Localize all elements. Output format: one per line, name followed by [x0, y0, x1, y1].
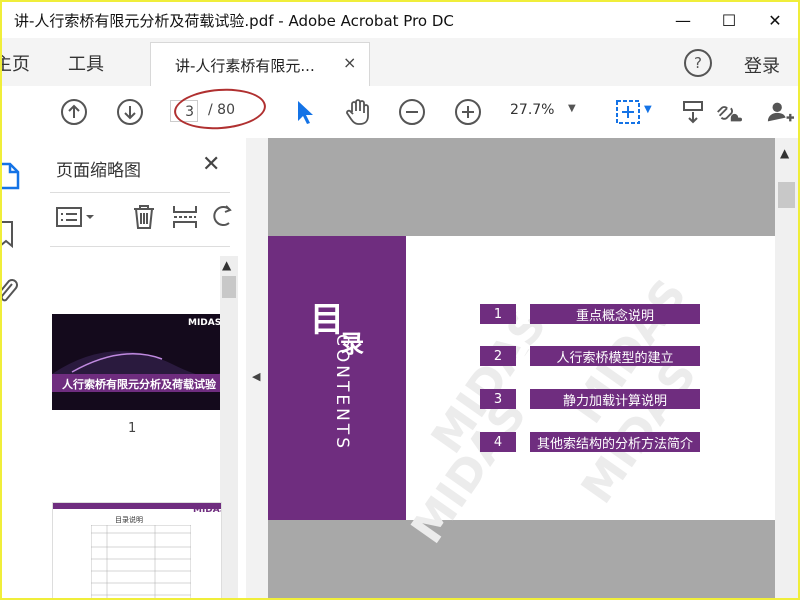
fit-page-caret-icon[interactable]: ▼ — [644, 104, 652, 115]
hand-icon[interactable] — [344, 98, 372, 126]
next-page-icon[interactable] — [116, 98, 144, 126]
fit-page-icon[interactable] — [614, 98, 642, 126]
pdf-page: MIDAS MIDAS MIDAS MIDAS 目 录 CONTENTS 1 重… — [268, 236, 775, 553]
thumbnails-icon[interactable] — [2, 162, 20, 194]
close-tab-button[interactable]: × — [343, 53, 356, 72]
toc-number: 1 — [480, 304, 516, 324]
thumbnail-logo: MIDAS — [188, 318, 220, 328]
pane-collapse-strip[interactable]: ◀ — [246, 138, 269, 598]
toc-number: 3 — [480, 389, 516, 409]
minimize-button[interactable]: — — [660, 2, 706, 38]
thumbnail-heading: 目录说明 — [115, 516, 143, 524]
title-bar: 讲-人行索桥有限元分析及荷载试验.pdf - Adobe Acrobat Pro… — [2, 2, 798, 38]
thumbnail-title: 人行索桥有限元分析及荷载试验 — [62, 378, 216, 391]
close-window-button[interactable]: ✕ — [752, 2, 798, 38]
tab-document[interactable]: 讲-人行素桥有限元... × — [150, 42, 370, 87]
divider — [50, 192, 230, 193]
tab-tools[interactable]: 工具 — [68, 50, 104, 76]
thumbnail-table — [91, 525, 191, 598]
attachment-icon[interactable] — [2, 276, 18, 310]
zoom-in-icon[interactable] — [454, 98, 482, 126]
toc-chevron-icon — [516, 304, 530, 324]
toc-item: 4 其他索结构的分析方法简介 — [480, 432, 700, 452]
rotate-icon[interactable] — [212, 204, 234, 234]
toc-chevron-icon — [516, 389, 530, 409]
document-tab-label: 讲-人行素桥有限元... — [175, 57, 315, 75]
zoom-out-icon[interactable] — [398, 98, 426, 126]
toc-item: 2 人行索桥模型的建立 — [480, 346, 700, 366]
toc-number: 2 — [480, 346, 516, 366]
slide-heading-en: CONTENTS — [332, 334, 352, 451]
toc-item: 1 重点概念说明 — [480, 304, 700, 324]
thumbnails-scrollbar[interactable] — [220, 256, 238, 598]
add-user-icon[interactable] — [766, 98, 794, 126]
window-title: 讲-人行索桥有限元分析及荷载试验.pdf - Adobe Acrobat Pro… — [14, 12, 454, 30]
red-circle-annotation — [172, 85, 268, 133]
thumbnails-pane: 页面缩略图 ✕ ▲ MIDAS 人行索桥有限元分析及荷载试验 1 MIDA 目录… — [38, 138, 247, 598]
collapse-arrow-icon[interactable]: ◀ — [252, 370, 260, 383]
close-pane-button[interactable]: ✕ — [202, 152, 220, 177]
scroll-up-icon[interactable]: ▲ — [222, 258, 231, 272]
toc-text: 其他索结构的分析方法简介 — [530, 432, 700, 452]
bookmark-icon[interactable] — [2, 220, 16, 254]
maximize-button[interactable]: ☐ — [706, 2, 752, 38]
left-nav-rail — [2, 138, 39, 598]
scroll-up-icon[interactable]: ▲ — [780, 146, 789, 160]
divider — [50, 246, 230, 247]
help-icon[interactable]: ? — [684, 49, 712, 77]
document-view[interactable]: MIDAS MIDAS MIDAS MIDAS 目 录 CONTENTS 1 重… — [268, 138, 775, 598]
share-link-icon[interactable] — [714, 98, 742, 126]
slide-side-panel: 目 录 CONTENTS — [268, 236, 406, 520]
page-thumbnail-2[interactable]: MIDAS 目录说明 — [52, 502, 222, 598]
select-arrow-icon[interactable] — [290, 98, 318, 126]
annotate-icon[interactable] — [680, 98, 708, 126]
toc-text: 重点概念说明 — [530, 304, 700, 324]
chevron-down-icon[interactable]: ▼ — [568, 103, 576, 114]
toc-text: 静力加载计算说明 — [530, 389, 700, 409]
login-button[interactable]: 登录 — [744, 52, 780, 78]
toc-number: 4 — [480, 432, 516, 452]
page-thumbnail-1[interactable]: MIDAS 人行索桥有限元分析及荷载试验 — [52, 314, 220, 410]
prev-page-icon[interactable] — [60, 98, 88, 126]
thumbnail-logo: MIDAS — [193, 505, 221, 515]
tab-home[interactable]: 主页 — [2, 50, 30, 76]
tab-bar: 主页 工具 讲-人行素桥有限元... × ? 登录 — [2, 38, 798, 87]
toolbar: 3 / 80 27.7% ▼ ▼ — [2, 85, 798, 139]
thumbnails-pane-title: 页面缩略图 — [56, 161, 141, 181]
scrollbar-thumb[interactable] — [778, 182, 795, 208]
toc-chevron-icon — [516, 346, 530, 366]
toc-chevron-icon — [516, 432, 530, 452]
scrollbar-thumb[interactable] — [222, 276, 236, 298]
zoom-select[interactable]: 27.7% — [510, 102, 554, 118]
options-icon[interactable] — [56, 206, 96, 232]
delete-icon[interactable] — [132, 204, 156, 234]
acrobat-window: 讲-人行索桥有限元分析及荷载试验.pdf - Adobe Acrobat Pro… — [2, 2, 798, 598]
thumbnail-page-number: 1 — [128, 421, 137, 436]
insert-icon[interactable] — [172, 204, 198, 234]
toc-text: 人行索桥模型的建立 — [530, 346, 700, 366]
toc-item: 3 静力加载计算说明 — [480, 389, 700, 409]
